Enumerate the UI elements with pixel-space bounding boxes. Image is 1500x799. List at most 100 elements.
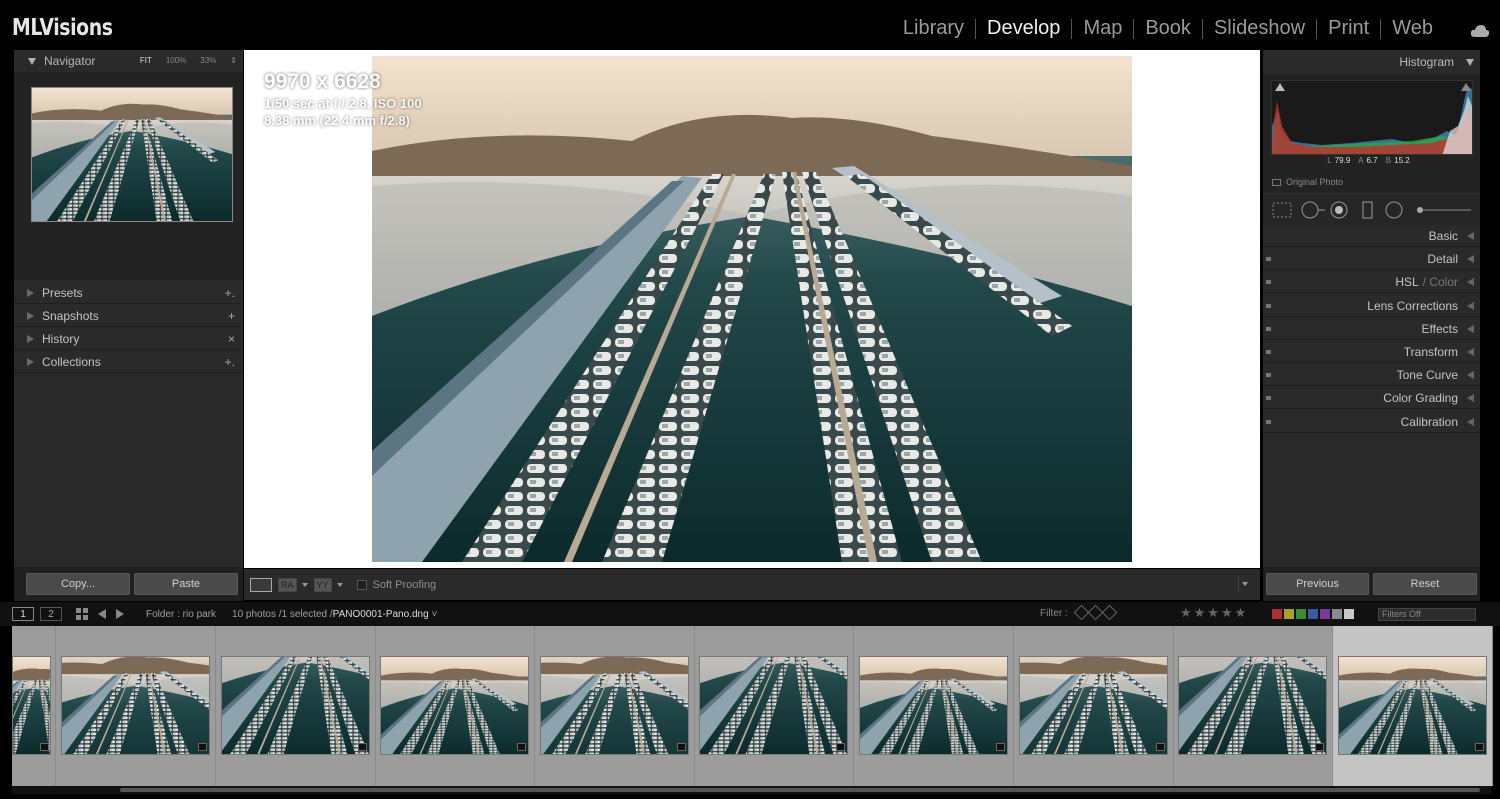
filmstrip-cell[interactable] <box>535 626 695 786</box>
module-web[interactable]: Web <box>1381 17 1444 40</box>
module-book[interactable]: Book <box>1134 17 1202 40</box>
panel-switch-icon[interactable] <box>1266 372 1271 377</box>
filmstrip-cell[interactable] <box>1014 626 1174 786</box>
filmstrip-thumbnail[interactable] <box>1019 656 1168 755</box>
graduated-filter-icon[interactable] <box>1362 201 1373 219</box>
red-eye-icon[interactable] <box>1330 201 1348 219</box>
panel-tone-curve[interactable]: Tone Curve <box>1263 364 1480 386</box>
panel-switch-icon[interactable] <box>1266 326 1271 331</box>
panel-collections[interactable]: Collections +. <box>14 351 243 373</box>
navigator-thumbnail[interactable] <box>31 87 233 222</box>
soft-proofing-checkbox[interactable] <box>356 579 367 590</box>
module-print[interactable]: Print <box>1317 17 1380 40</box>
zoom-100[interactable]: 100% <box>166 56 186 65</box>
reset-button[interactable]: Reset <box>1373 573 1477 595</box>
forward-arrow-icon[interactable] <box>116 609 124 619</box>
photo-count[interactable]: 10 photos /1 selected /PANO0001-Pano.dng… <box>232 609 437 620</box>
rejected-filter-icon[interactable] <box>1101 604 1118 621</box>
module-library[interactable]: Library <box>892 17 975 40</box>
histogram-graph[interactable] <box>1271 80 1473 155</box>
panel-switch-icon[interactable] <box>1266 303 1271 308</box>
rating-filter[interactable]: ★★★★★ <box>1180 605 1248 621</box>
panel-hsl[interactable]: HSL / Color <box>1263 271 1480 293</box>
color-label-swatch[interactable] <box>1344 609 1354 619</box>
filmstrip-cell[interactable] <box>216 626 376 786</box>
previous-button[interactable]: Previous <box>1266 573 1369 595</box>
filmstrip-thumbnail[interactable] <box>380 656 529 755</box>
original-photo-checkbox[interactable] <box>1272 178 1281 186</box>
filter-preset-dropdown[interactable]: Filters Off <box>1378 608 1476 621</box>
original-photo-toggle[interactable]: Original Photo <box>1272 177 1343 187</box>
adjustment-brush-icon[interactable] <box>1417 207 1471 213</box>
color-label-swatch[interactable] <box>1284 609 1294 619</box>
toolbar-chevron-icon[interactable] <box>1238 577 1254 591</box>
filmstrip-thumbnail[interactable] <box>699 656 848 755</box>
back-arrow-icon[interactable] <box>98 609 106 619</box>
main-photo[interactable] <box>372 56 1132 562</box>
panel-switch-icon[interactable] <box>1266 395 1271 400</box>
before-after-icon[interactable]: RA <box>278 577 297 592</box>
panel-lens-corrections[interactable]: Lens Corrections <box>1263 295 1480 317</box>
panel-detail[interactable]: Detail <box>1263 248 1480 270</box>
panel-switch-icon[interactable] <box>1266 419 1271 424</box>
zoom-33[interactable]: 33% <box>200 56 216 65</box>
panel-history[interactable]: History × <box>14 328 243 350</box>
crop-tool-icon[interactable] <box>1272 202 1292 218</box>
panel-color-grading[interactable]: Color Grading <box>1263 387 1480 409</box>
color-label-swatch[interactable] <box>1308 609 1318 619</box>
panel-action-icon[interactable]: +. <box>225 355 235 369</box>
filmstrip-cell[interactable] <box>1333 626 1493 786</box>
panel-presets[interactable]: Presets +. <box>14 282 243 304</box>
filmstrip-thumbnail[interactable] <box>540 656 689 755</box>
filmstrip-cell[interactable] <box>375 626 535 786</box>
folder-label[interactable]: Folder : rio park <box>146 609 216 620</box>
panel-switch-icon[interactable] <box>1266 349 1271 354</box>
histogram-header[interactable]: Histogram <box>1263 50 1480 74</box>
navigator-header[interactable]: Navigator FIT 100% 33% ⇕ <box>14 50 243 72</box>
swap-dropdown-icon[interactable] <box>336 582 343 587</box>
source-dropdown-icon[interactable]: ˅ <box>431 609 437 620</box>
filmstrip-cell[interactable] <box>694 626 854 786</box>
panel-action-icon[interactable]: × <box>228 332 235 346</box>
module-develop[interactable]: Develop <box>976 17 1071 40</box>
filmstrip-cell[interactable] <box>854 626 1014 786</box>
before-after-dropdown-icon[interactable] <box>301 582 308 587</box>
color-label-swatch[interactable] <box>1332 609 1342 619</box>
color-label-swatch[interactable] <box>1272 609 1282 619</box>
filmstrip-scrollbar[interactable] <box>12 786 1492 794</box>
filmstrip-thumbnail[interactable] <box>61 656 210 755</box>
zoom-dropdown-icon[interactable]: ⇕ <box>230 56 237 65</box>
paste-button[interactable]: Paste <box>134 573 238 595</box>
panel-effects[interactable]: Effects <box>1263 318 1480 340</box>
panel-switch-icon[interactable] <box>1266 279 1271 284</box>
radial-filter-icon[interactable] <box>1385 201 1403 219</box>
grid-view-icon[interactable] <box>76 608 88 620</box>
module-slideshow[interactable]: Slideshow <box>1203 17 1316 40</box>
filmstrip-thumbnail[interactable] <box>1338 656 1487 755</box>
second-window-button[interactable]: 2 <box>40 607 62 621</box>
module-map[interactable]: Map <box>1072 17 1133 40</box>
cloud-sync-icon[interactable] <box>1470 24 1490 38</box>
filmstrip-cell[interactable] <box>12 626 56 786</box>
panel-action-icon[interactable]: +. <box>225 286 235 300</box>
filmstrip-thumbnail[interactable] <box>859 656 1008 755</box>
zoom-fit[interactable]: FIT <box>140 56 152 65</box>
main-window-button[interactable]: 1 <box>12 607 34 621</box>
copy-button[interactable]: Copy... <box>26 573 130 595</box>
filmstrip-cell[interactable] <box>56 626 216 786</box>
filmstrip-thumbnail[interactable] <box>12 656 51 755</box>
filmstrip-thumbnail[interactable] <box>221 656 370 755</box>
hsl-color-label[interactable]: / Color <box>1423 275 1458 289</box>
color-label-swatch[interactable] <box>1320 609 1330 619</box>
loupe-view-icon[interactable] <box>250 577 272 592</box>
panel-action-icon[interactable]: + <box>228 309 235 323</box>
panel-switch-icon[interactable] <box>1266 256 1271 261</box>
panel-snapshots[interactable]: Snapshots + <box>14 305 243 327</box>
panel-transform[interactable]: Transform <box>1263 341 1480 363</box>
filmstrip-thumbnail[interactable] <box>1178 656 1327 755</box>
swap-icon[interactable]: YY <box>313 577 332 592</box>
color-label-swatch[interactable] <box>1296 609 1306 619</box>
spot-removal-icon[interactable] <box>1301 201 1325 219</box>
filmstrip-scroll-thumb[interactable] <box>120 788 1480 792</box>
panel-basic[interactable]: Basic <box>1263 225 1480 247</box>
